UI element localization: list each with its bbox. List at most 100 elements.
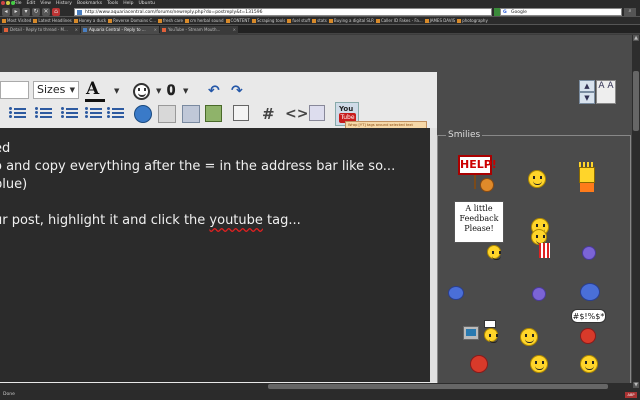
menu-history[interactable]: History bbox=[56, 1, 72, 6]
chevron-down-icon[interactable]: ▼ bbox=[114, 87, 119, 95]
computer-smilie-icon[interactable] bbox=[463, 326, 479, 340]
wink-smilie-icon[interactable] bbox=[528, 170, 546, 188]
insert-link-icon[interactable] bbox=[134, 105, 152, 123]
helmet-smilie-icon[interactable] bbox=[448, 286, 464, 300]
menu-help[interactable]: Help bbox=[123, 1, 133, 6]
adblock-plus-icon[interactable]: ABP bbox=[625, 392, 637, 398]
size-select[interactable]: Sizes ▼ bbox=[33, 81, 79, 99]
small-sign-smilie-icon[interactable] bbox=[484, 320, 496, 328]
bookmark-icon bbox=[375, 18, 380, 23]
search-button[interactable]: ⌕ bbox=[624, 8, 636, 16]
home-button[interactable]: ⌂ bbox=[52, 8, 60, 16]
scrollbar-thumb[interactable] bbox=[633, 71, 639, 131]
quote-icon[interactable] bbox=[233, 105, 249, 121]
back-button[interactable]: ◂ bbox=[2, 8, 10, 16]
reload-button[interactable]: ↻ bbox=[32, 8, 40, 16]
close-window-button[interactable] bbox=[1, 1, 5, 5]
bookmark-item[interactable]: cm herbal sound bbox=[185, 18, 224, 23]
menu-edit[interactable]: Edit bbox=[27, 1, 36, 6]
expand-down-button[interactable]: ▼ bbox=[579, 92, 595, 104]
mad-red-smilie-icon[interactable] bbox=[470, 355, 488, 373]
bookmark-item[interactable]: CONTENT bbox=[225, 18, 250, 23]
expand-up-button[interactable]: ▲ bbox=[579, 80, 595, 92]
scrollbar-thumb[interactable] bbox=[268, 384, 608, 389]
indent-icon[interactable] bbox=[106, 105, 126, 125]
font-select[interactable] bbox=[0, 81, 29, 99]
bookmark-item[interactable]: stats bbox=[312, 18, 327, 23]
message-textarea[interactable]: ed o and copy everything after the = in t… bbox=[0, 128, 430, 382]
text-color-button[interactable]: A bbox=[85, 81, 105, 102]
bookmark-item[interactable]: photography bbox=[457, 18, 488, 23]
tab-aquaria-central[interactable]: Aquaria Central - Reply to ... × bbox=[81, 26, 159, 34]
help-smilie-face-icon[interactable] bbox=[480, 178, 494, 192]
insert-email-icon[interactable] bbox=[182, 105, 200, 123]
remove-link-icon[interactable] bbox=[158, 105, 176, 123]
page-horizontal-scrollbar[interactable] bbox=[0, 383, 632, 390]
bookmark-item[interactable]: Reverse Domains C... bbox=[108, 18, 156, 23]
scroll-up-icon[interactable]: ▲ bbox=[633, 35, 639, 41]
menu-ubuntu[interactable]: Ubuntu bbox=[138, 1, 154, 6]
blue-drinking-smilie-icon[interactable] bbox=[580, 283, 600, 301]
dropdown-history-button[interactable]: ▾ bbox=[22, 8, 30, 16]
bart-smilie-icon[interactable] bbox=[577, 162, 597, 192]
tab-youtube[interactable]: YouTube - Stream Mouth... × bbox=[160, 26, 238, 34]
forward-button[interactable]: ▸ bbox=[12, 8, 20, 16]
bookmark-item[interactable]: Most Visited bbox=[2, 18, 31, 23]
stop-button[interactable]: ✕ bbox=[42, 8, 50, 16]
menu-file[interactable]: File bbox=[14, 1, 22, 6]
menu-tools[interactable]: Tools bbox=[107, 1, 118, 6]
close-tab-icon[interactable]: × bbox=[233, 26, 236, 34]
computer-smilie-face-icon bbox=[484, 328, 498, 343]
attachment-paperclip-icon[interactable]: 𝟎 bbox=[167, 81, 175, 99]
swear-sign-smilie[interactable]: #$!%$* bbox=[571, 309, 606, 323]
undo-icon[interactable]: ↶ bbox=[208, 84, 220, 98]
address-bar[interactable]: http://www.aquariacentral.com/forums/new… bbox=[74, 8, 492, 16]
textarea-resize-tools: ▲ ▼ A A bbox=[579, 80, 624, 104]
devil-smilie-icon[interactable] bbox=[530, 355, 548, 373]
wrap-html-icon[interactable]: <> bbox=[285, 106, 308, 122]
menu-view[interactable]: View bbox=[40, 1, 51, 6]
maximize-window-button[interactable] bbox=[11, 1, 15, 5]
folder-icon bbox=[225, 18, 230, 23]
address-bar-text: http://www.aquariacentral.com/forums/new… bbox=[85, 10, 263, 15]
thumbsup-smilie-icon[interactable] bbox=[520, 328, 538, 346]
wrap-code-hash-icon[interactable]: # bbox=[262, 105, 275, 123]
bookmark-item[interactable]: Honey a duck bbox=[73, 18, 106, 23]
align-right-icon[interactable] bbox=[8, 105, 28, 125]
bookmark-item[interactable]: Latest Headlines bbox=[33, 18, 72, 23]
close-tab-icon[interactable]: × bbox=[154, 26, 157, 34]
angry-swear-smilie-icon[interactable] bbox=[580, 328, 596, 344]
close-tab-icon[interactable]: × bbox=[75, 26, 78, 34]
minimize-window-button[interactable] bbox=[6, 1, 10, 5]
page-vertical-scrollbar[interactable]: ▲ ▼ bbox=[632, 35, 640, 390]
sad-purple-smilie-icon[interactable] bbox=[582, 246, 596, 260]
help-smilie[interactable]: HELP! bbox=[458, 155, 497, 175]
color-bar bbox=[85, 99, 105, 102]
bookmark-item[interactable]: Buying a digital SLR bbox=[328, 18, 374, 23]
insert-image-icon[interactable] bbox=[205, 105, 222, 122]
smile-smilie-icon[interactable] bbox=[580, 355, 598, 373]
insert-smilie-icon[interactable] bbox=[133, 83, 150, 100]
purple-smilie-icon[interactable] bbox=[532, 287, 546, 301]
outdent-icon[interactable] bbox=[84, 105, 104, 125]
bookmark-item[interactable]: JAMES DAVIS bbox=[424, 18, 455, 23]
feedback-smilie-face-icon[interactable] bbox=[487, 245, 501, 260]
bookmark-item[interactable]: fuel stuff bbox=[287, 18, 310, 23]
bookmark-icon bbox=[108, 18, 113, 23]
ordered-list-icon[interactable] bbox=[34, 105, 54, 125]
bookmark-item[interactable]: Caller ID Fakes - Fa... bbox=[375, 18, 423, 23]
wrap-php-icon[interactable] bbox=[309, 105, 325, 121]
search-box[interactable]: G Google bbox=[500, 8, 622, 16]
unordered-list-icon[interactable] bbox=[60, 105, 80, 125]
bookmark-item[interactable]: Scraping tools bbox=[251, 18, 285, 23]
chevron-down-icon[interactable]: ▼ bbox=[183, 87, 188, 95]
redo-icon[interactable]: ↷ bbox=[231, 84, 243, 98]
feedback-smilie[interactable]: A little Feedback Please! bbox=[454, 201, 504, 243]
menu-bookmarks[interactable]: Bookmarks bbox=[77, 1, 102, 6]
bookmark-item[interactable]: fresh care bbox=[158, 18, 183, 23]
scroll-down-icon[interactable]: ▼ bbox=[633, 382, 639, 388]
switch-editor-mode-button[interactable]: A A bbox=[596, 80, 616, 104]
chevron-down-icon[interactable]: ▼ bbox=[156, 87, 161, 95]
tab-detail[interactable]: Detail - Reply to thread - M... × bbox=[2, 26, 80, 34]
textarea-scrollbar[interactable] bbox=[430, 128, 437, 382]
